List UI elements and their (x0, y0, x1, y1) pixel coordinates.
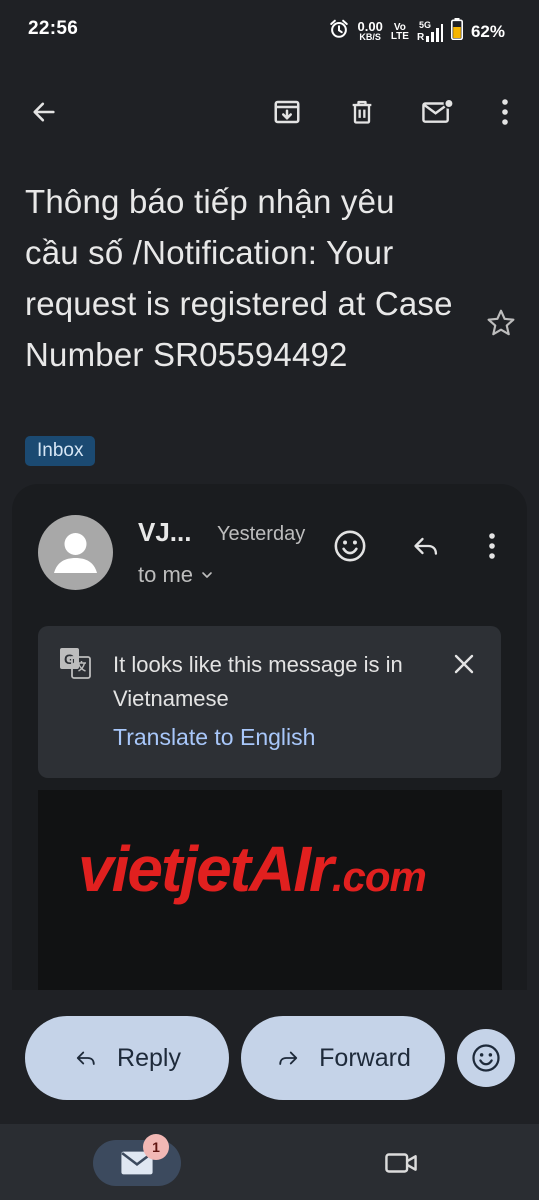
video-camera-icon (385, 1153, 417, 1173)
back-button[interactable] (22, 90, 66, 134)
translate-icon: G (58, 646, 92, 685)
reply-label: Reply (117, 1043, 181, 1072)
email-banner-image: vietjetAIr.com (38, 790, 502, 990)
battery-icon (450, 18, 463, 45)
close-icon (454, 654, 474, 674)
emoji-icon (334, 530, 366, 562)
reply-icon-button[interactable] (404, 524, 448, 568)
volte-indicator: Vo LTE (390, 22, 409, 42)
dismiss-translate-button[interactable] (442, 642, 486, 686)
mail-badge: 1 (143, 1134, 169, 1160)
more-vert-icon (489, 533, 495, 559)
more-options-button[interactable] (483, 90, 527, 134)
network-type: 5G R (416, 20, 443, 43)
recipient-toggle[interactable]: to me (138, 562, 215, 588)
inbox-label[interactable]: Inbox (25, 436, 96, 466)
archive-button[interactable] (265, 90, 309, 134)
react-button[interactable] (328, 524, 372, 568)
chevron-down-icon (202, 572, 212, 578)
reply-button[interactable]: Reply (25, 1016, 229, 1100)
svg-text:G: G (64, 651, 75, 667)
translate-message: It looks like this message is in Vietnam… (113, 652, 403, 711)
more-vert-icon (502, 99, 508, 125)
roaming-label: R (416, 31, 425, 43)
forward-button[interactable]: Forward (241, 1016, 445, 1100)
star-button[interactable] (480, 302, 522, 344)
archive-icon (274, 100, 300, 124)
react-emoji-button[interactable] (457, 1029, 515, 1087)
logo-main: vietjetAIr (78, 833, 334, 905)
delete-button[interactable] (340, 90, 384, 134)
sender-name[interactable]: VJ... (138, 517, 191, 548)
emoji-icon (472, 1044, 500, 1072)
battery-percent: 62% (470, 21, 505, 41)
trash-icon (352, 100, 372, 124)
nav-meet-tab[interactable] (378, 1140, 424, 1186)
person-icon (54, 533, 97, 573)
status-icons: 0.00 KB/S Vo LTE 5G R 62% (328, 18, 505, 45)
avatar[interactable] (38, 515, 113, 590)
forward-label: Forward (319, 1043, 411, 1072)
star-icon (487, 309, 515, 336)
signal-icon (425, 23, 443, 42)
email-subject: Thông báo tiếp nhận yêu cầu số /Notifica… (25, 183, 453, 373)
volte-bottom: LTE (390, 30, 409, 42)
net-speed-unit: KB/S (359, 32, 381, 42)
mark-unread-button[interactable] (416, 90, 460, 134)
reply-icon (76, 1051, 95, 1065)
message-more-button[interactable] (470, 524, 514, 568)
reply-icon (414, 537, 438, 555)
bottom-navigation (0, 1124, 539, 1200)
translate-link[interactable]: Translate to English (113, 724, 315, 751)
logo-suffix: .com (331, 853, 427, 900)
mark-unread-icon (422, 98, 455, 123)
recipient-label: to me (138, 562, 194, 587)
forward-icon (279, 1051, 298, 1065)
vietjet-logo: vietjetAIr.com (78, 832, 427, 906)
net-speed: 0.00 KB/S (358, 20, 383, 42)
message-time: Yesterday (217, 523, 306, 545)
status-time: 22:56 (28, 18, 79, 39)
alarm-icon (328, 18, 350, 45)
arrow-left-icon (33, 102, 55, 122)
